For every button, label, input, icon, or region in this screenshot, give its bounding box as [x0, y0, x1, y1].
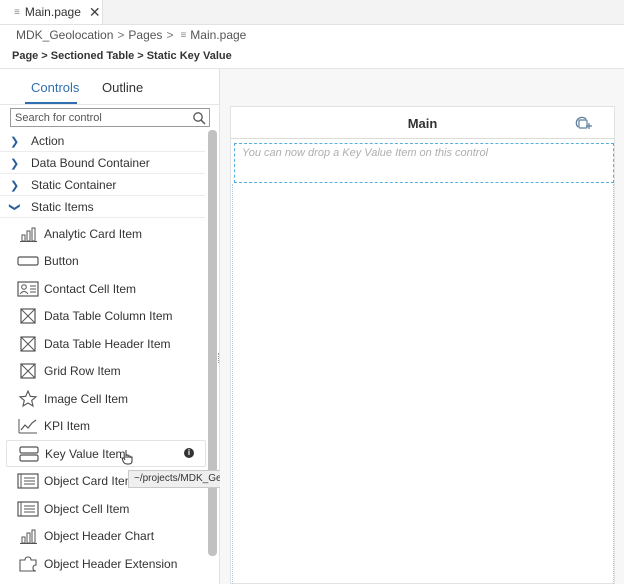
- control-item-kpi[interactable]: KPI Item: [0, 412, 205, 439]
- control-item-button[interactable]: Button: [0, 247, 205, 274]
- contact-card-icon: [17, 280, 39, 297]
- grid-row-icon: [20, 362, 36, 379]
- chevron-right-icon: ❯: [10, 157, 20, 170]
- panel-scrollbar[interactable]: [208, 130, 217, 556]
- control-item-label: Key Value Item: [45, 446, 126, 461]
- category-label: Data Bound Container: [31, 156, 150, 170]
- chart-icon: [20, 529, 37, 544]
- control-path-separator: >: [137, 50, 144, 62]
- category-label: Action: [31, 134, 65, 148]
- puzzle-icon: [19, 555, 37, 572]
- key-value-drop-zone[interactable]: You can now drop a Key Value Item on thi…: [234, 143, 614, 183]
- data-table-icon: [20, 307, 36, 324]
- control-item-label: Button: [44, 253, 79, 268]
- breadcrumb-file[interactable]: Main.page: [190, 28, 246, 42]
- control-item-label: Object Header Chart: [44, 528, 155, 543]
- breadcrumb: MDK_Geolocation > Pages > ≡ Main.page: [16, 28, 246, 42]
- control-item-object-header-extension[interactable]: Object Header Extension: [0, 550, 205, 577]
- category-data-bound-container[interactable]: ❯ Data Bound Container: [0, 153, 205, 174]
- button-icon: [17, 255, 39, 266]
- control-item-object-cell[interactable]: Object Cell Item: [0, 495, 205, 522]
- control-item-data-table-column[interactable]: Data Table Column Item: [0, 302, 205, 329]
- tab-outline[interactable]: Outline: [102, 80, 143, 95]
- close-icon[interactable]: ✕: [89, 4, 101, 21]
- add-page-icon[interactable]: [575, 115, 593, 131]
- category-action[interactable]: ❯ Action: [0, 131, 205, 152]
- control-item-grid-row[interactable]: Grid Row Item: [0, 357, 205, 384]
- control-item-object-header-chart[interactable]: Object Header Chart: [0, 522, 205, 549]
- search-input[interactable]: [15, 111, 185, 125]
- control-item-data-table-header[interactable]: Data Table Header Item: [0, 330, 205, 357]
- chevron-down-icon: ❯: [8, 202, 21, 212]
- control-item-key-value[interactable]: Key Value Item: [6, 440, 206, 467]
- control-item-label: Object Cell Item: [44, 501, 130, 516]
- chevron-right-icon: ❯: [10, 179, 20, 192]
- control-item-contact-cell[interactable]: Contact Cell Item: [0, 275, 205, 302]
- tab-divider: [0, 104, 219, 105]
- control-item-label: KPI Item: [44, 418, 91, 433]
- breadcrumb-separator: >: [166, 28, 174, 42]
- file-icon: ≡: [180, 29, 187, 41]
- control-item-label: Grid Row Item: [44, 363, 121, 378]
- category-label: Static Container: [31, 178, 117, 192]
- control-item-label: Object Header Extension: [44, 556, 178, 571]
- control-path: Page > Sectioned Table > Static Key Valu…: [12, 50, 232, 62]
- splitter-grip[interactable]: [218, 353, 222, 363]
- category-static-container[interactable]: ❯ Static Container: [0, 175, 205, 196]
- kpi-icon: [18, 418, 37, 433]
- sectioned-table-area[interactable]: [232, 184, 614, 584]
- category-static-items[interactable]: ❯ Static Items: [0, 197, 205, 218]
- control-item-label: Image Cell Item: [44, 391, 129, 406]
- breadcrumb-separator: >: [117, 28, 125, 42]
- analytic-card-icon: [20, 227, 37, 242]
- info-icon[interactable]: i: [184, 448, 194, 458]
- tab-controls[interactable]: Controls: [31, 80, 79, 95]
- control-item-label: Data Table Header Item: [44, 336, 171, 351]
- control-path-sectioned-table[interactable]: Sectioned Table: [51, 50, 135, 62]
- control-item-label: Object Card Item: [44, 473, 135, 488]
- hand-cursor-icon: [121, 450, 133, 465]
- control-item-analytic-card[interactable]: Analytic Card Item: [0, 220, 205, 247]
- search-box: [10, 108, 210, 127]
- search-icon[interactable]: [192, 111, 206, 125]
- control-path-separator: >: [41, 50, 48, 62]
- chevron-right-icon: ❯: [10, 135, 20, 148]
- page-title: Main: [407, 116, 438, 131]
- control-item-label: Contact Cell Item: [44, 281, 137, 296]
- drop-hint-text: You can now drop a Key Value Item on thi…: [242, 147, 489, 159]
- breadcrumb-project[interactable]: MDK_Geolocation: [16, 28, 113, 42]
- data-table-icon: [20, 335, 36, 352]
- control-item-image-cell[interactable]: Image Cell Item: [0, 385, 205, 412]
- control-path-page[interactable]: Page: [12, 50, 38, 62]
- file-icon: ≡: [14, 6, 20, 18]
- control-item-label: Data Table Column Item: [44, 308, 173, 323]
- tab-title: Main.page: [24, 5, 81, 19]
- object-cell-icon: [17, 500, 39, 517]
- control-path-static-key-value[interactable]: Static Key Value: [147, 50, 232, 62]
- object-card-icon: [17, 472, 39, 489]
- key-value-icon: [19, 445, 39, 462]
- control-item-label: Analytic Card Item: [44, 226, 143, 241]
- tab-active-indicator: [25, 102, 77, 104]
- category-label: Static Items: [31, 200, 94, 214]
- breadcrumb-folder[interactable]: Pages: [128, 28, 162, 42]
- editor-tab-main-page[interactable]: ≡ Main.page ✕: [0, 0, 103, 24]
- image-star-icon: [18, 389, 38, 407]
- page-header-divider: [230, 138, 615, 139]
